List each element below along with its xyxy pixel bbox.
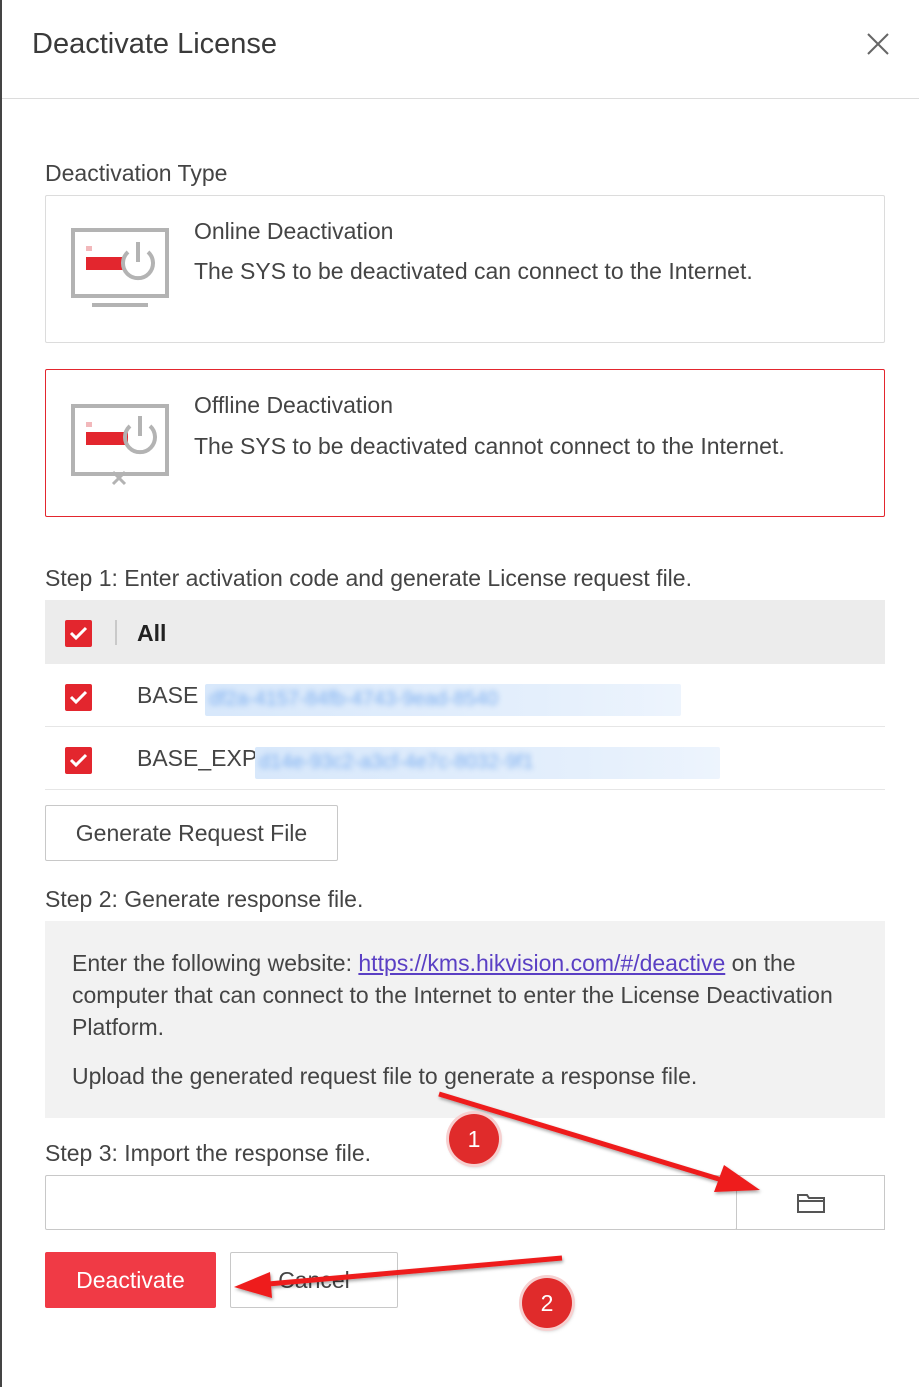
deactivate-button[interactable]: Deactivate (45, 1252, 216, 1308)
deactivate-license-dialog: Deactivate License Deactivation Type Onl… (0, 0, 919, 1387)
cancel-button[interactable]: Cancel (230, 1252, 398, 1308)
upload-instructions: Upload the generated request file to gen… (72, 1063, 698, 1089)
browse-file-button[interactable] (736, 1175, 885, 1230)
option-description: The SYS to be deactivated cannot connect… (194, 433, 785, 459)
deactivation-type-label: Deactivation Type (45, 160, 228, 186)
table-row: BASE_EXP d14e-93c2-a3cf-4e7c-8032-9f1 (45, 727, 885, 790)
table-header-row: All (45, 600, 885, 664)
monitor-power-offline-icon (70, 402, 170, 486)
annotation-badge-1: 1 (449, 1114, 499, 1164)
blurred-activation-code: d14e-93c2-a3cf-4e7c-8032-9f1 (255, 747, 720, 779)
row-checkbox[interactable] (65, 684, 92, 711)
annotation-badge-2: 2 (522, 1278, 572, 1328)
offline-deactivation-option[interactable]: Offline Deactivation The SYS to be deact… (45, 369, 885, 517)
license-name: BASE_EXP (137, 745, 258, 771)
all-label: All (137, 620, 167, 646)
generate-request-file-button[interactable]: Generate Request File (45, 805, 338, 861)
row-checkbox[interactable] (65, 747, 92, 774)
monitor-power-icon (70, 226, 170, 307)
select-all-checkbox[interactable] (65, 620, 92, 647)
close-icon[interactable] (864, 30, 892, 58)
response-file-input[interactable] (45, 1175, 737, 1230)
kms-deactive-link[interactable]: https://kms.hikvision.com/#/deactive (358, 950, 725, 976)
step1-label: Step 1: Enter activation code and genera… (45, 565, 692, 591)
step3-label: Step 3: Import the response file. (45, 1140, 372, 1166)
table-row: BASE df2a-4157-84fb-4743-9ead-8540 (45, 664, 885, 727)
license-name: BASE (137, 682, 199, 708)
step2-label: Step 2: Generate response file. (45, 886, 364, 912)
blurred-activation-code: df2a-4157-84fb-4743-9ead-8540 (205, 684, 681, 716)
option-description: The SYS to be deactivated can connect to… (194, 258, 753, 284)
activation-code-table: All BASE df2a-4157-84fb-4743-9ead-8540 B… (45, 600, 885, 790)
column-divider (115, 620, 117, 645)
instructions-paragraph: Enter the following website: https://kms… (72, 947, 858, 1043)
folder-icon (797, 1194, 825, 1213)
instructions-text: Enter the following website: (72, 950, 359, 976)
option-name: Offline Deactivation (194, 392, 394, 418)
online-deactivation-option[interactable]: Online Deactivation The SYS to be deacti… (45, 195, 885, 343)
option-name: Online Deactivation (194, 218, 394, 244)
dialog-title: Deactivate License (32, 28, 278, 60)
step2-instructions: Enter the following website: https://kms… (45, 921, 885, 1118)
dialog-header: Deactivate License (2, 0, 919, 99)
